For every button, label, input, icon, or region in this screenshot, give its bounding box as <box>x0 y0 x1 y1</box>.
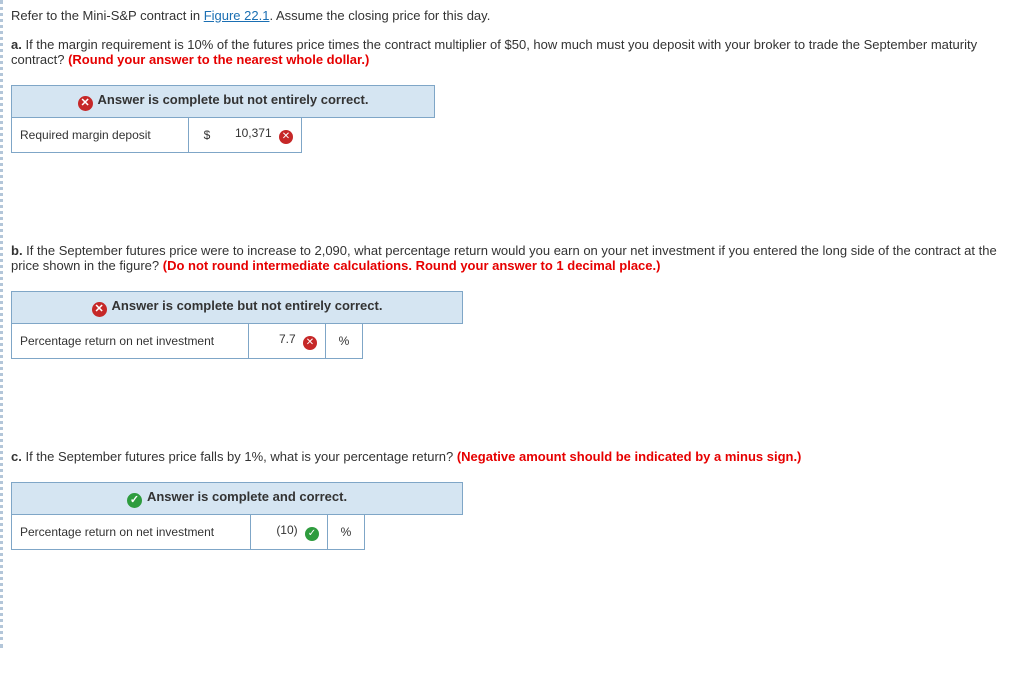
answer-b-unit: % <box>326 324 363 359</box>
question-b: b. If the September futures price were t… <box>11 243 1022 359</box>
question-a-text: a. If the margin requirement is 10% of t… <box>11 37 1022 67</box>
feedback-a-text: Answer is complete but not entirely corr… <box>98 92 369 107</box>
wrong-icon: ✕ <box>92 302 107 317</box>
answer-a-value: 10,371 <box>235 126 272 140</box>
intro-suffix: . Assume the closing price for this day. <box>269 8 490 23</box>
answer-b-value: 7.7 <box>279 332 296 346</box>
question-c-hint: (Negative amount should be indicated by … <box>457 449 802 464</box>
wrong-mark-icon: ✕ <box>279 130 293 144</box>
question-b-text: b. If the September futures price were t… <box>11 243 1022 273</box>
feedback-a: ✕ Answer is complete but not entirely cor… <box>11 85 435 118</box>
answer-c-unit: % <box>328 515 365 550</box>
wrong-mark-icon: ✕ <box>303 336 317 350</box>
question-c-body: If the September futures price falls by … <box>22 449 457 464</box>
intro-prefix: Refer to the Mini-S&P contract in <box>11 8 204 23</box>
feedback-b-text: Answer is complete but not entirely corr… <box>112 298 383 313</box>
answer-table-c: Percentage return on net investment (10)… <box>11 514 365 550</box>
intro-text: Refer to the Mini-S&P contract in Figure… <box>11 8 1022 23</box>
question-a: a. If the margin requirement is 10% of t… <box>11 37 1022 153</box>
answer-a-value-cell[interactable]: 10,371 ✕ <box>225 118 302 153</box>
answer-table-b: Percentage return on net investment 7.7 … <box>11 323 363 359</box>
feedback-c: ✓ Answer is complete and correct. <box>11 482 463 515</box>
answer-table-a: Required margin deposit $ 10,371 ✕ <box>11 117 302 153</box>
figure-link[interactable]: Figure 22.1 <box>204 8 270 23</box>
answer-c-label: Percentage return on net investment <box>12 515 251 550</box>
question-c: c. If the September futures price falls … <box>11 449 1022 550</box>
feedback-b: ✕ Answer is complete but not entirely cor… <box>11 291 463 324</box>
answer-b-label: Percentage return on net investment <box>12 324 249 359</box>
question-a-label: a. <box>11 37 22 52</box>
question-c-text: c. If the September futures price falls … <box>11 449 1022 464</box>
question-b-hint: (Do not round intermediate calculations.… <box>163 258 661 273</box>
answer-a-unit: $ <box>189 118 226 153</box>
answer-a-label: Required margin deposit <box>12 118 189 153</box>
answer-b-value-cell[interactable]: 7.7 ✕ <box>249 324 326 359</box>
answer-c-value-cell[interactable]: (10) ✓ <box>251 515 328 550</box>
answer-c-value: (10) <box>276 523 297 537</box>
wrong-icon: ✕ <box>78 96 93 111</box>
question-c-label: c. <box>11 449 22 464</box>
question-a-hint: (Round your answer to the nearest whole … <box>68 52 369 67</box>
feedback-c-text: Answer is complete and correct. <box>147 489 347 504</box>
check-mark-icon: ✓ <box>305 527 319 541</box>
check-icon: ✓ <box>127 493 142 508</box>
question-b-label: b. <box>11 243 23 258</box>
